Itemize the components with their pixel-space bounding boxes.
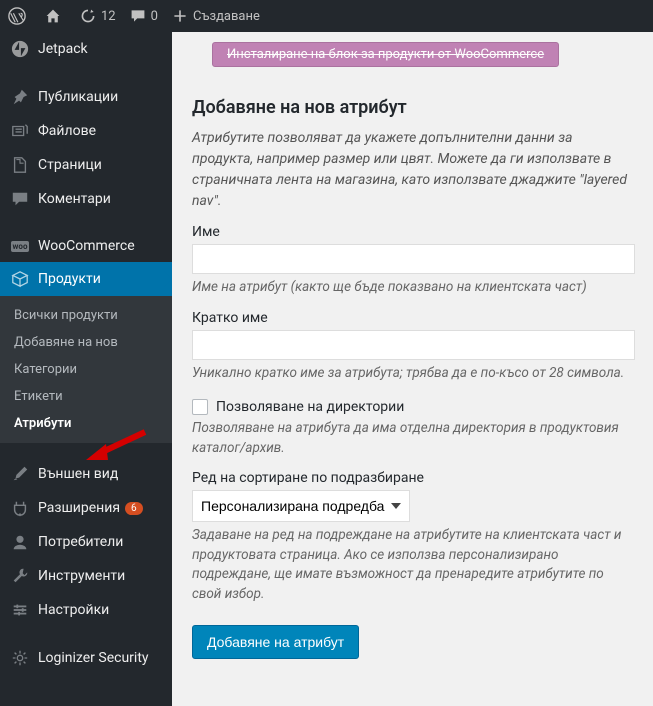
install-block-banner[interactable]: Инсталиране на блок за продукти от WooCo… xyxy=(212,42,559,67)
plugins-update-badge: 6 xyxy=(125,502,143,515)
submenu-products: Всички продукти Добавяне на нов Категори… xyxy=(0,296,172,443)
menu-pages[interactable]: Страници xyxy=(0,148,172,182)
slug-hint: Уникално кратко име за атрибута; трябва … xyxy=(192,364,635,384)
users-icon xyxy=(10,533,30,551)
menu-tools[interactable]: Инструменти xyxy=(0,559,172,593)
home-link[interactable] xyxy=(45,8,66,24)
updates-count: 12 xyxy=(101,9,116,24)
sub-item-add[interactable]: Добавяне на нов xyxy=(0,329,172,356)
archive-label: Позволяване на директории xyxy=(216,399,404,415)
archive-hint: Позволяване на атрибута да има отделна д… xyxy=(192,419,635,458)
tools-icon xyxy=(10,567,30,585)
jetpack-icon xyxy=(10,40,30,58)
comments-link[interactable]: 0 xyxy=(130,8,158,24)
admin-sidebar: Jetpack Публикации Файлове Страници Коме… xyxy=(0,32,172,706)
menu-media[interactable]: Файлове xyxy=(0,114,172,148)
menu-settings[interactable]: Настройки xyxy=(0,593,172,627)
admin-topbar: 12 0 Създаване xyxy=(0,0,653,32)
updates-link[interactable]: 12 xyxy=(80,8,116,24)
sub-item-categories[interactable]: Категории xyxy=(0,356,172,383)
intro-text: Атрибутите позволяват да укажете допълни… xyxy=(192,128,635,212)
menu-appearance[interactable]: Външен вид xyxy=(0,457,172,491)
media-icon xyxy=(10,122,30,140)
comments-count: 0 xyxy=(151,9,158,24)
archive-checkbox[interactable] xyxy=(192,399,208,415)
page-title: Добавяне на нов атрибут xyxy=(192,97,635,118)
create-link[interactable]: Създаване xyxy=(172,8,260,24)
sub-item-attributes[interactable]: Атрибути xyxy=(0,410,172,437)
settings-icon xyxy=(10,601,30,619)
name-input[interactable] xyxy=(192,244,635,274)
menu-plugins[interactable]: Разширения6 xyxy=(0,491,172,525)
gear-icon xyxy=(10,649,30,667)
brush-icon xyxy=(10,465,30,483)
menu-loginizer[interactable]: Loginizer Security xyxy=(0,641,172,675)
products-icon xyxy=(10,270,30,288)
wp-logo[interactable] xyxy=(8,7,31,25)
sub-item-tags[interactable]: Етикети xyxy=(0,383,172,410)
menu-woocommerce[interactable]: wooWooCommerce xyxy=(0,230,172,262)
sort-select[interactable]: Персонализирана подредба xyxy=(192,490,410,522)
plugin-icon xyxy=(10,499,30,517)
refresh-icon xyxy=(80,8,96,24)
name-label: Име xyxy=(192,224,635,240)
home-icon xyxy=(45,8,61,24)
menu-posts[interactable]: Публикации xyxy=(0,80,172,114)
sort-label: Ред на сортиране по подразбиране xyxy=(192,470,635,486)
content-area: Инсталиране на блок за продукти от WooCo… xyxy=(172,32,653,706)
name-hint: Име на атрибут (както ще бъде показвано … xyxy=(192,278,635,298)
menu-users[interactable]: Потребители xyxy=(0,525,172,559)
pin-icon xyxy=(10,88,30,106)
plus-icon xyxy=(172,8,188,24)
comment-icon xyxy=(130,8,146,24)
menu-products[interactable]: Продукти xyxy=(0,262,172,296)
comment-icon xyxy=(10,190,30,208)
sub-item-all[interactable]: Всички продукти xyxy=(0,302,172,329)
pages-icon xyxy=(10,156,30,174)
woocommerce-icon: woo xyxy=(10,241,30,252)
slug-input[interactable] xyxy=(192,330,635,360)
create-label: Създаване xyxy=(193,9,260,24)
wordpress-icon xyxy=(8,7,26,25)
sort-hint: Задаване на ред на подреждане на атрибут… xyxy=(192,526,635,604)
menu-comments[interactable]: Коментари xyxy=(0,182,172,216)
slug-label: Кратко име xyxy=(192,310,635,326)
add-attribute-button[interactable]: Добавяне на атрибут xyxy=(192,625,359,659)
menu-jetpack[interactable]: Jetpack xyxy=(0,32,172,66)
